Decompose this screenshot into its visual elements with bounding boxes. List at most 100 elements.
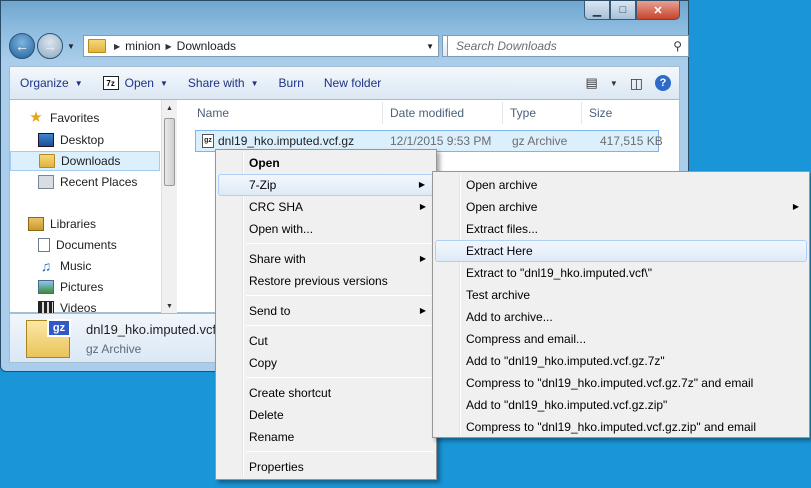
nav-desktop[interactable]: Desktop: [38, 130, 104, 150]
view-options-icon[interactable]: ▤: [586, 75, 598, 91]
nav-recent-places[interactable]: Recent Places: [38, 172, 137, 192]
submenu-compress-7z-email[interactable]: Compress to "dnl19_hko.imputed.vcf.gz.7z…: [435, 372, 807, 394]
scroll-up-icon[interactable]: ▲: [162, 100, 177, 116]
nav-scrollbar[interactable]: ▲ ▼: [161, 100, 177, 314]
context-menu: Open 7-Zip ▶ CRC SHA ▶ Open with... Share …: [215, 149, 437, 480]
menu-separator: [246, 295, 434, 296]
address-dropdown-icon[interactable]: ▼: [426, 42, 434, 51]
details-file-type: gz Archive: [86, 342, 142, 356]
nav-music-label: Music: [60, 259, 92, 273]
preview-pane-icon[interactable]: ◫: [630, 75, 643, 92]
column-type[interactable]: Type: [502, 102, 536, 124]
menu-open[interactable]: Open: [218, 152, 434, 174]
breadcrumb: ▶ minion ▶ Downloads: [110, 39, 240, 53]
search-placeholder: Search Downloads: [456, 39, 557, 53]
desktop-icon: [38, 133, 54, 147]
submenu-compress-email[interactable]: Compress and email...: [435, 328, 807, 350]
chevron-down-icon: ▼: [159, 78, 168, 88]
menu-copy[interactable]: Copy: [218, 352, 434, 374]
menu-cut[interactable]: Cut: [218, 330, 434, 352]
submenu-add-to-7z[interactable]: Add to "dnl19_hko.imputed.vcf.gz.7z": [435, 350, 807, 372]
nav-desktop-label: Desktop: [60, 133, 105, 147]
submenu-extract-to[interactable]: Extract to "dnl19_hko.imputed.vcf\": [435, 262, 807, 284]
submenu-open-archive-sub-label: Open archive: [466, 200, 538, 214]
maximize-button[interactable]: □: [610, 1, 636, 20]
back-arrow-icon: ←: [15, 38, 29, 54]
submenu-compress-zip-email[interactable]: Compress to "dnl19_hko.imputed.vcf.gz.zi…: [435, 416, 807, 438]
nav-downloads[interactable]: Downloads: [10, 151, 160, 171]
folder-icon: [88, 39, 106, 53]
help-icon[interactable]: ?: [655, 75, 671, 91]
open-label: Open: [124, 76, 154, 90]
toolbar-right: ▤ ▼ ◫ ?: [586, 75, 671, 92]
submenu-open-archive[interactable]: Open archive: [435, 174, 807, 196]
nav-favorites[interactable]: ★ Favorites: [28, 108, 99, 128]
menu-7zip[interactable]: 7-Zip ▶: [218, 174, 434, 196]
caption-buttons: ▁ □ ✕: [584, 1, 680, 20]
column-size[interactable]: Size: [581, 102, 612, 124]
downloads-folder-icon: [39, 154, 55, 168]
file-name: dnl19_hko.imputed.vcf.gz: [218, 134, 355, 148]
menu-properties[interactable]: Properties: [218, 456, 434, 478]
menu-create-shortcut[interactable]: Create shortcut: [218, 382, 434, 404]
breadcrumb-downloads[interactable]: Downloads: [177, 39, 236, 53]
menu-share-with-label: Share with: [249, 252, 306, 266]
new-folder-button[interactable]: New folder: [314, 76, 391, 90]
menu-separator: [246, 451, 434, 452]
chevron-down-icon[interactable]: ▼: [610, 79, 618, 88]
address-bar[interactable]: ▶ minion ▶ Downloads ▼: [83, 35, 439, 57]
seven-zip-icon: 7z: [102, 76, 119, 90]
back-button[interactable]: ←: [9, 33, 35, 59]
menu-crc-sha-label: CRC SHA: [249, 200, 304, 214]
column-name[interactable]: Name: [190, 102, 229, 124]
chevron-down-icon: ▼: [250, 78, 259, 88]
music-icon: ♫: [40, 258, 52, 274]
menu-separator: [246, 325, 434, 326]
close-button[interactable]: ✕: [636, 1, 680, 20]
chevron-down-icon: ▼: [74, 78, 83, 88]
submenu-extract-here[interactable]: Extract Here: [435, 240, 807, 262]
breadcrumb-minion[interactable]: minion: [125, 39, 160, 53]
burn-button[interactable]: Burn: [269, 76, 314, 90]
submenu-extract-files[interactable]: Extract files...: [435, 218, 807, 240]
nav-music[interactable]: ♫ Music: [38, 256, 92, 276]
seven-zip-submenu: Open archive Open archive ▶ Extract files…: [432, 171, 810, 438]
search-icon: ⚲: [673, 39, 682, 53]
forward-button[interactable]: →: [37, 33, 63, 59]
file-type: gz Archive: [512, 134, 568, 148]
search-input[interactable]: Search Downloads ⚲: [447, 35, 689, 57]
scroll-down-icon[interactable]: ▼: [162, 298, 177, 314]
gz-archive-large-icon: gz: [26, 319, 71, 358]
file-size: 417,515 KB: [600, 134, 663, 148]
nav-libraries[interactable]: Libraries: [28, 214, 96, 234]
menu-rename[interactable]: Rename: [218, 426, 434, 448]
menu-send-to[interactable]: Send to ▶: [218, 300, 434, 322]
menu-share-with[interactable]: Share with ▶: [218, 248, 434, 270]
menu-crc-sha[interactable]: CRC SHA ▶: [218, 196, 434, 218]
menu-restore-versions[interactable]: Restore previous versions: [218, 270, 434, 292]
gz-tag: gz: [47, 319, 71, 337]
chevron-right-icon: ▶: [114, 41, 121, 51]
nav-favorites-label: Favorites: [50, 111, 100, 125]
organize-button[interactable]: Organize ▼: [10, 76, 93, 90]
minimize-button[interactable]: ▁: [584, 1, 610, 20]
column-date-modified[interactable]: Date modified: [382, 102, 464, 124]
submenu-open-archive-sub[interactable]: Open archive ▶: [435, 196, 807, 218]
submenu-test-archive[interactable]: Test archive: [435, 284, 807, 306]
scroll-thumb[interactable]: [164, 118, 175, 186]
nav-documents[interactable]: Documents: [38, 235, 117, 255]
nav-pictures[interactable]: Pictures: [38, 277, 103, 297]
share-with-button[interactable]: Share with ▼: [178, 76, 269, 90]
menu-open-with[interactable]: Open with...: [218, 218, 434, 240]
submenu-add-to-archive[interactable]: Add to archive...: [435, 306, 807, 328]
menu-separator: [246, 243, 434, 244]
recent-pages-dropdown[interactable]: ▼: [65, 42, 77, 51]
burn-label: Burn: [278, 76, 304, 90]
submenu-add-to-zip[interactable]: Add to "dnl19_hko.imputed.vcf.gz.zip": [435, 394, 807, 416]
submenu-arrow-icon: ▶: [419, 306, 426, 315]
open-button[interactable]: 7z Open ▼: [93, 76, 178, 90]
libraries-icon: [28, 217, 44, 231]
submenu-arrow-icon: ▶: [418, 180, 425, 189]
menu-delete[interactable]: Delete: [218, 404, 434, 426]
file-date: 12/1/2015 9:53 PM: [390, 134, 492, 148]
